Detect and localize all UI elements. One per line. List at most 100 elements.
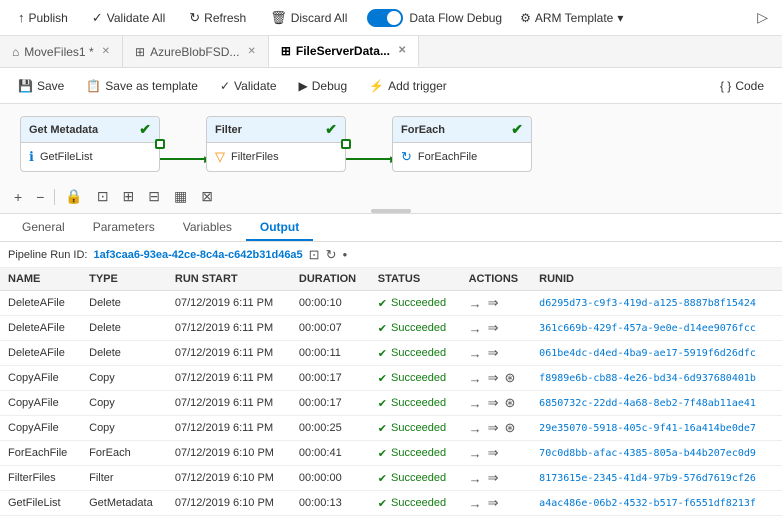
view-input-button[interactable]: → [469,321,482,336]
pipeline-canvas[interactable]: Get Metadata ✔ ℹ GetFileList ▶ Filter ✔ [0,104,782,214]
tab-azureblob[interactable]: ⊞ AzureBlobFSD... ✕ [123,36,269,67]
copy-run-id-button[interactable]: ⊡ [309,247,320,263]
cell-name: CopyAFile [0,366,81,391]
node-filter[interactable]: Filter ✔ ▽ FilterFiles [206,116,346,172]
node-check-icon: ✔ [325,121,337,138]
publish-button[interactable]: ↑ Publish [8,6,78,29]
cell-runid: 361c669b-429f-457a-9e0e-d14ee9076fcc [531,316,782,341]
cell-name: FilterFiles [0,466,81,491]
status-badge: ✔ Succeeded [378,322,453,335]
fit-button[interactable]: 🔒 [61,186,86,207]
cell-name: CopyAFile [0,391,81,416]
rerun-button[interactable]: ⊛ [505,420,516,436]
view-input-button[interactable]: → [469,396,482,411]
tab-movefiles[interactable]: ⌂ MoveFiles1 * ✕ [0,36,123,67]
deploy-button[interactable]: ▷ [751,5,774,30]
view-output-button[interactable]: ⇒ [488,470,499,486]
cell-name: DeleteAFile [0,316,81,341]
view-output-button[interactable]: ⇒ [488,370,499,386]
table-container[interactable]: NAME TYPE RUN START DURATION STATUS ACTI… [0,268,782,526]
view-input-button[interactable]: → [469,471,482,486]
table-header-row: NAME TYPE RUN START DURATION STATUS ACTI… [0,268,782,291]
cell-name: CopyAFile [0,416,81,441]
status-badge: ✔ Succeeded [378,497,453,510]
rerun-button[interactable]: ⊛ [505,370,516,386]
cell-actions: → ⇒ ⊛ [461,391,532,416]
success-icon: ✔ [378,322,387,335]
view-input-button[interactable]: → [469,446,482,461]
publish-icon: ↑ [18,10,25,25]
tab-close-icon[interactable]: ✕ [247,46,255,57]
validate-button[interactable]: ✓ Validate [210,75,287,97]
cell-actions: → ⇒ ⊛ [461,366,532,391]
view-output-button[interactable]: ⇒ [488,420,499,436]
view-output-button[interactable]: ⇒ [488,320,499,336]
node-foreach[interactable]: ForEach ✔ ↻ ForEachFile [392,116,532,172]
code-button[interactable]: { } Code [710,75,774,97]
cell-name: DeleteAFile [0,291,81,316]
format-button[interactable]: ⊡ [93,186,113,207]
cell-type: Delete [81,291,167,316]
cell-run-start: 07/12/2019 6:10 PM [167,441,291,466]
tab-fileserver[interactable]: ⊞ FileServerData... ✕ [269,36,420,67]
add-trigger-button[interactable]: ⚡ Add trigger [359,75,457,97]
view-input-button[interactable]: → [469,371,482,386]
view-output-button[interactable]: ⇒ [488,495,499,511]
view-input-button[interactable]: → [469,421,482,436]
tab-variables[interactable]: Variables [169,214,246,241]
save-button[interactable]: 💾 Save [8,75,74,97]
refresh-run-button[interactable]: ↻ [326,247,337,263]
rerun-button[interactable]: ⊛ [505,395,516,411]
cell-actions: → ⇒ [461,291,532,316]
view-input-button[interactable]: → [469,296,482,311]
validate-all-button[interactable]: ✓ Validate All [82,6,175,30]
refresh-button[interactable]: ↻ Refresh [179,6,256,30]
zoom-out-button[interactable]: − [32,187,48,207]
save-template-button[interactable]: 📋 Save as template [76,75,208,97]
view-input-button[interactable]: → [469,346,482,361]
arm-template-button[interactable]: ⚙ ARM Template ▾ [512,7,631,29]
tab-close-icon[interactable]: ✕ [398,45,406,56]
cell-status: ✔ Succeeded [370,466,461,491]
cell-actions: → ⇒ ⊛ [461,416,532,441]
cell-status: ✔ Succeeded [370,341,461,366]
layout-button[interactable]: ▦ [170,186,191,207]
view-output-button[interactable]: ⇒ [488,295,499,311]
tab-output[interactable]: Output [246,214,313,241]
cell-runid: 8173615e-2345-41d4-97b9-576d7619cf26 [531,466,782,491]
grid-button[interactable]: ⊞ [119,186,139,207]
view-output-button[interactable]: ⇒ [488,395,499,411]
code-icon: { } [720,79,731,93]
tab-general[interactable]: General [8,214,79,241]
debug-button[interactable]: ▶ Debug [289,75,358,97]
snap-button[interactable]: ⊠ [197,186,217,207]
view-output-button[interactable]: ⇒ [488,445,499,461]
tab-label: FileServerData... [296,44,390,58]
node-get-metadata-body: ℹ GetFileList [21,143,159,171]
tab-dataset-icon: ⊞ [281,44,291,58]
trigger-icon: ⚡ [369,79,384,93]
status-dot: ● [342,250,347,259]
action-bar: 💾 Save 📋 Save as template ✓ Validate ▶ D… [0,68,782,104]
node-get-metadata[interactable]: Get Metadata ✔ ℹ GetFileList [20,116,160,172]
tab-label: MoveFiles1 * [24,45,93,59]
tab-parameters[interactable]: Parameters [79,214,169,241]
col-duration: DURATION [291,268,370,291]
data-flow-debug-toggle[interactable] [367,9,403,27]
resize-handle[interactable] [371,209,411,213]
tab-pipeline-icon: ⌂ [12,45,19,59]
view-input-button[interactable]: → [469,496,482,511]
discard-all-button[interactable]: 🗑 Discard All [260,6,357,30]
tab-label: AzureBlobFSD... [150,45,239,59]
tab-close-icon[interactable]: ✕ [102,46,110,57]
node-filter-header: Filter ✔ [207,117,345,143]
table-row: ForEachFile ForEach 07/12/2019 6:10 PM 0… [0,441,782,466]
select-button[interactable]: ⊟ [144,186,164,207]
view-output-button[interactable]: ⇒ [488,345,499,361]
activity-runs-table: NAME TYPE RUN START DURATION STATUS ACTI… [0,268,782,516]
cell-duration: 00:00:13 [291,491,370,516]
node-foreach-header: ForEach ✔ [393,117,531,143]
cell-status: ✔ Succeeded [370,391,461,416]
refresh-icon: ↻ [189,10,200,26]
zoom-in-button[interactable]: + [10,187,26,207]
